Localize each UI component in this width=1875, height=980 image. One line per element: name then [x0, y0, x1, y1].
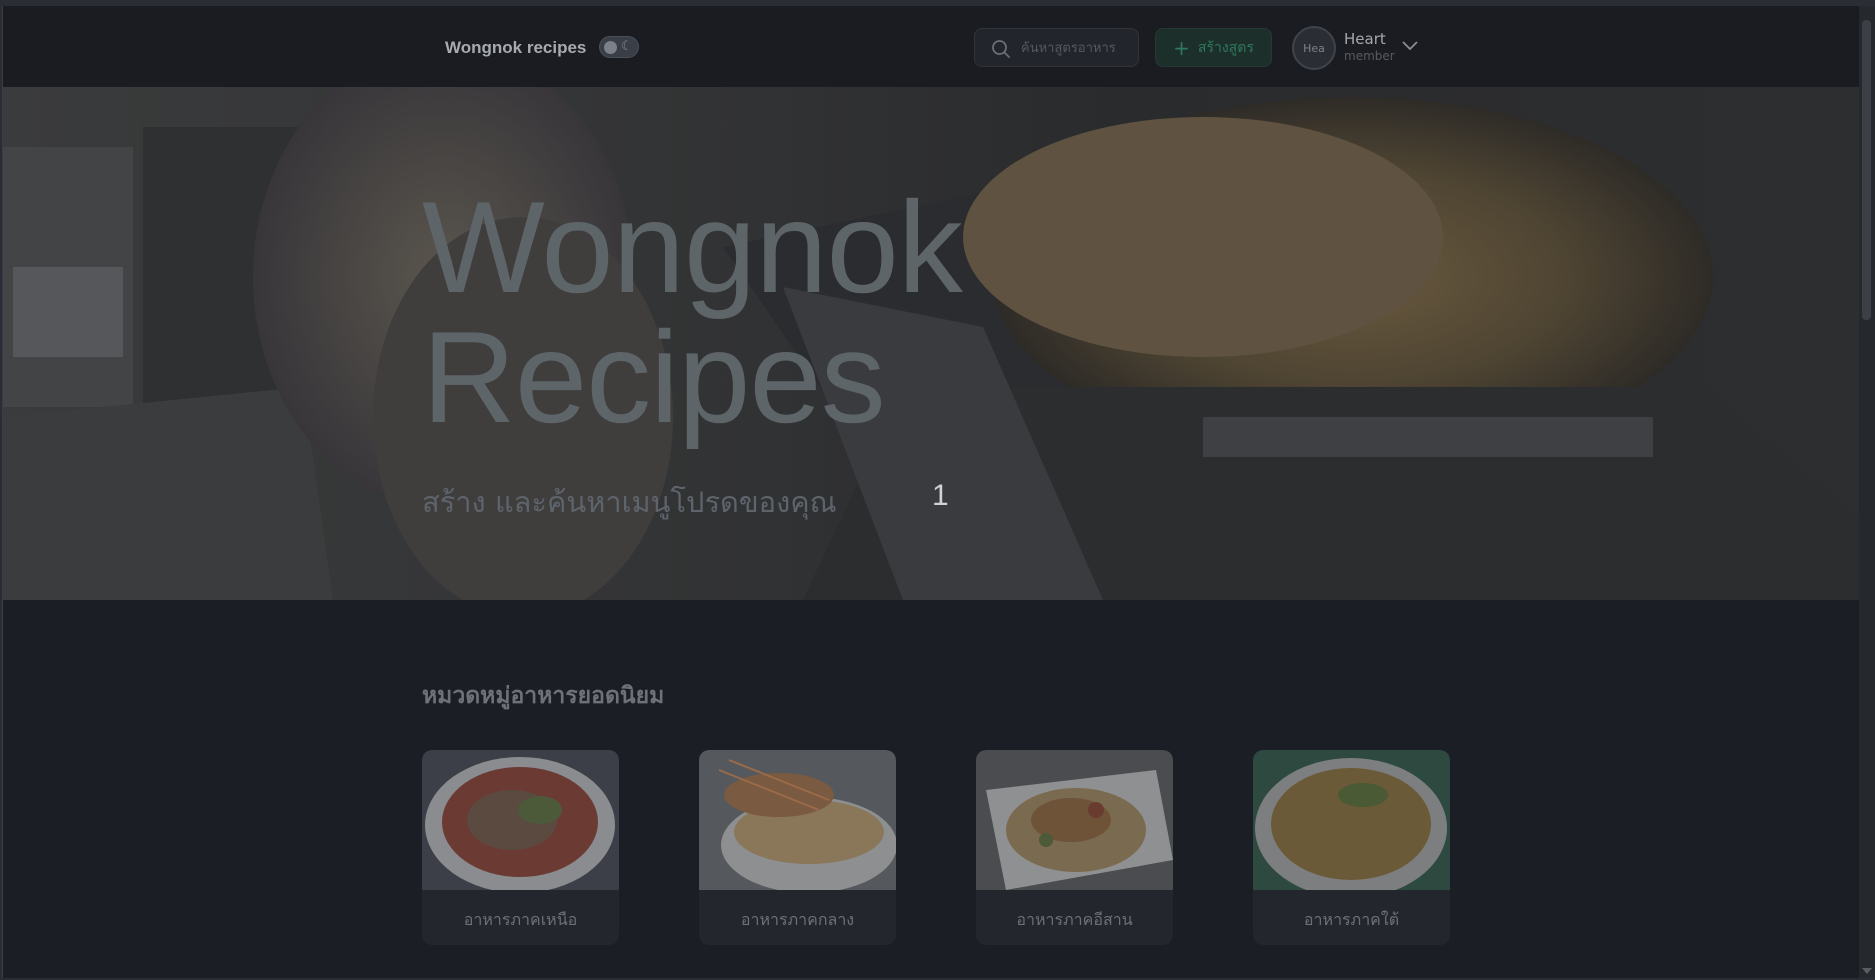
app-window: Wongnok recipes ☾ + สร้างสูตร Hea Heart … — [2, 6, 1859, 978]
category-card-north[interactable]: อาหารภาคเหนือ — [422, 750, 619, 945]
brand-logo[interactable]: Wongnok recipes — [445, 38, 586, 58]
avatar[interactable]: Hea — [1292, 26, 1336, 70]
scroll-down-arrow[interactable] — [1862, 968, 1872, 974]
category-card-central[interactable]: อาหารภาคกลาง — [699, 750, 896, 945]
plus-icon: + — [1173, 35, 1190, 60]
category-card-northeast[interactable]: อาหารภาคอีสาน — [976, 750, 1173, 945]
page-scrollbar[interactable] — [1859, 6, 1875, 978]
scrollbar-thumb[interactable] — [1862, 20, 1871, 320]
user-role: member — [1344, 49, 1395, 63]
category-image — [1253, 750, 1450, 890]
hero-title-line2: Recipes — [422, 304, 886, 450]
hero-subtitle: สร้าง และค้นหาเมนูโปรดของคุณ — [422, 485, 837, 519]
search-box[interactable] — [974, 28, 1139, 67]
user-name[interactable]: Heart — [1344, 30, 1386, 48]
avatar-text: Hea — [1303, 41, 1325, 55]
create-recipe-label: สร้างสูตร — [1197, 39, 1254, 56]
theme-toggle[interactable]: ☾ — [599, 36, 639, 58]
category-card-south[interactable]: อาหารภาคใต้ — [1253, 750, 1450, 945]
create-recipe-button[interactable]: + สร้างสูตร — [1155, 28, 1272, 67]
search-input[interactable] — [1021, 38, 1133, 58]
chevron-down-icon[interactable] — [1401, 39, 1419, 53]
hero-title: Wongnok Recipes — [422, 182, 1122, 442]
category-image — [422, 750, 619, 890]
category-label: อาหารภาคกลาง — [740, 910, 855, 929]
category-image — [699, 750, 896, 890]
moon-icon: ☾ — [621, 39, 633, 54]
search-icon — [992, 40, 1010, 58]
top-navbar: Wongnok recipes ☾ + สร้างสูตร Hea Heart … — [3, 6, 1859, 87]
category-image — [976, 750, 1173, 890]
category-label: อาหารภาคใต้ — [1303, 910, 1400, 929]
toggle-knob — [604, 41, 617, 54]
category-label: อาหารภาคอีสาน — [1016, 910, 1133, 929]
category-label: อาหารภาคเหนือ — [463, 910, 578, 929]
categories-title: หมวดหมู่อาหารยอดนิยม — [422, 683, 665, 709]
hero-counter: 1 — [932, 479, 949, 512]
hero-banner: Wongnok Recipes สร้าง และค้นหาเมนูโปรดขอ… — [3, 87, 1859, 600]
hero-title-line1: Wongnok — [422, 174, 963, 320]
